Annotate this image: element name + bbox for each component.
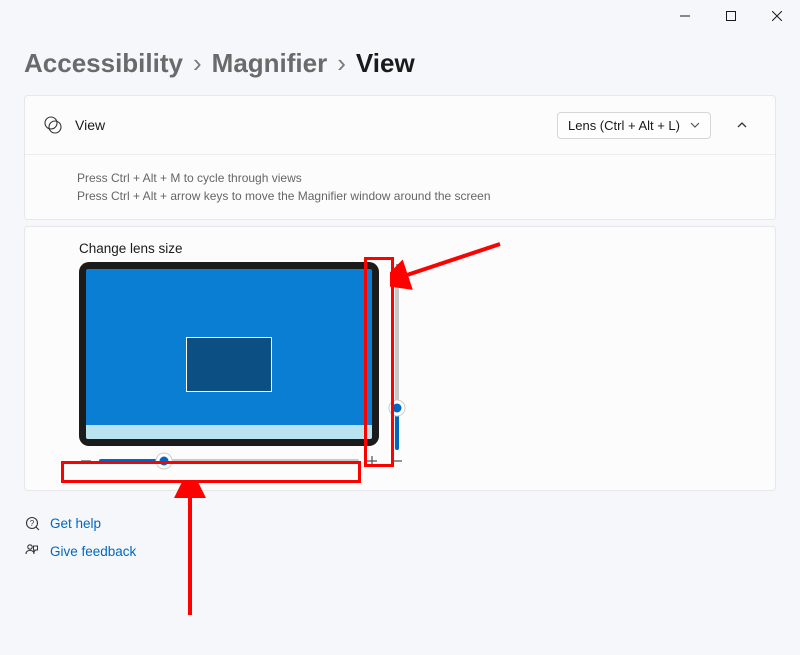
view-dropdown-value: Lens (Ctrl + Alt + L) [568, 118, 680, 133]
footer-links: ? Get help Give feedback [0, 491, 800, 595]
breadcrumb-item-view: View [356, 48, 415, 79]
breadcrumb-item-accessibility[interactable]: Accessibility [24, 48, 183, 79]
window-controls [662, 0, 800, 32]
feedback-icon [24, 543, 40, 559]
close-button[interactable] [754, 0, 800, 32]
lens-size-card: Change lens size [24, 226, 776, 491]
hint-line-1: Press Ctrl + Alt + M to cycle through vi… [77, 169, 757, 187]
chevron-up-icon [736, 119, 748, 131]
lens-width-slider[interactable] [99, 459, 359, 463]
get-help-link[interactable]: ? Get help [24, 515, 776, 531]
get-help-label: Get help [50, 516, 101, 531]
monitor-taskbar [86, 425, 372, 439]
monitor-preview [79, 262, 379, 446]
plus-icon [391, 263, 403, 275]
lens-preview-rect [186, 337, 272, 392]
give-feedback-label: Give feedback [50, 544, 136, 559]
lens-height-slider[interactable] [395, 280, 399, 450]
help-icon: ? [24, 515, 40, 531]
view-icon [43, 115, 63, 135]
lens-height-increase-button[interactable] [390, 262, 404, 276]
plus-icon [366, 455, 378, 467]
view-dropdown[interactable]: Lens (Ctrl + Alt + L) [557, 112, 711, 139]
lens-width-slider-group [79, 454, 379, 468]
lens-width-increase-button[interactable] [365, 454, 379, 468]
collapse-button[interactable] [727, 110, 757, 140]
view-hint: Press Ctrl + Alt + M to cycle through vi… [25, 155, 775, 219]
give-feedback-link[interactable]: Give feedback [24, 543, 776, 559]
lens-size-title: Change lens size [43, 241, 757, 256]
minus-icon [391, 455, 403, 467]
view-title: View [75, 117, 545, 133]
svg-text:?: ? [30, 519, 35, 528]
minimize-button[interactable] [662, 0, 708, 32]
breadcrumb-separator: › [193, 48, 202, 79]
breadcrumb-item-magnifier[interactable]: Magnifier [212, 48, 328, 79]
lens-width-slider-thumb[interactable] [157, 454, 172, 469]
minus-icon [80, 455, 92, 467]
lens-width-decrease-button[interactable] [79, 454, 93, 468]
lens-height-decrease-button[interactable] [390, 454, 404, 468]
lens-height-slider-group [383, 262, 411, 468]
hint-line-2: Press Ctrl + Alt + arrow keys to move th… [77, 187, 757, 205]
chevron-down-icon [690, 118, 700, 133]
view-card: View Lens (Ctrl + Alt + L) Press Ctrl + … [24, 95, 776, 220]
breadcrumb-separator: › [337, 48, 346, 79]
lens-height-slider-thumb[interactable] [390, 400, 405, 415]
maximize-button[interactable] [708, 0, 754, 32]
